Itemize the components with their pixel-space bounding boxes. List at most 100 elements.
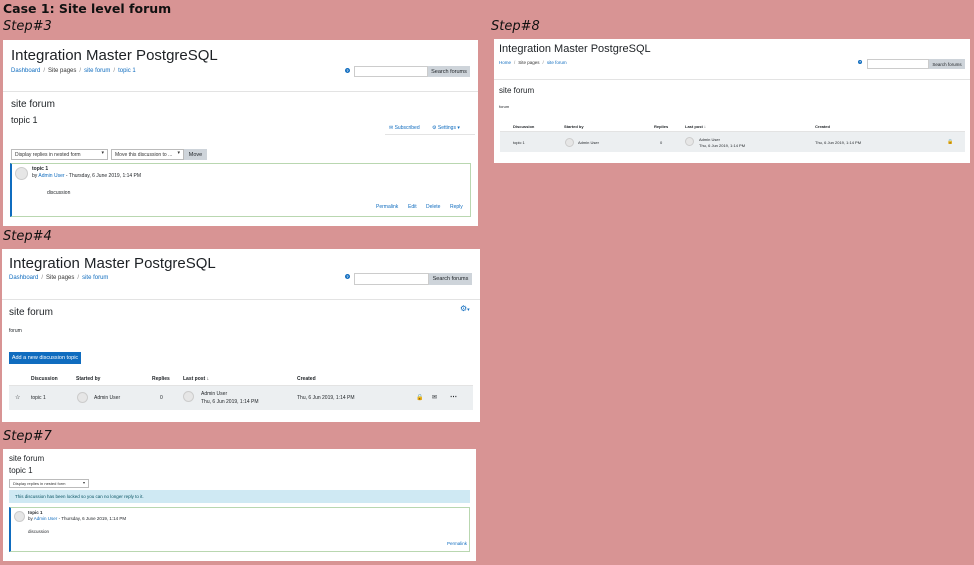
move-discussion-select[interactable]: Move this discussion to ... ▾ [111,149,184,160]
help-icon[interactable]: ? [858,60,862,64]
sort-desc-icon: ↓ [703,124,706,129]
started-by-name: Admin User [578,140,599,145]
breadcrumb-site-forum[interactable]: site forum [84,68,110,74]
edit-link[interactable]: Edit [408,204,417,210]
search-input[interactable] [354,273,429,285]
col-last-post[interactable]: Last post ↓ [685,124,706,129]
col-created[interactable]: Created [815,124,830,129]
breadcrumb-dashboard[interactable]: Dashboard [11,68,40,74]
forum-heading: site forum [11,99,55,110]
avatar [15,167,28,180]
col-replies[interactable]: Replies [654,124,668,129]
breadcrumb-home[interactable]: Home [499,60,511,65]
forum-intro: forum [9,328,22,334]
col-discussion: Discussion [31,376,58,382]
post-byline: by Admin User - Thursday, 6 June 2019, 1… [32,173,142,179]
display-mode-select[interactable]: Display replies in nested form ▾ [11,149,108,160]
discussion-link[interactable]: topic 1 [31,395,46,401]
breadcrumb: Dashboard / Site pages / site forum [9,275,109,281]
permalink-link[interactable]: Permalink [447,541,467,546]
post-body: discussion [47,190,71,196]
created-date: Thu, 6 Jun 2019, 1:14 PM [815,140,862,145]
chevron-down-icon: ▾ [82,480,85,485]
chevron-down-icon: ▾ [101,150,104,156]
avatar [77,392,88,403]
lock-icon[interactable]: 🔒 [947,139,953,145]
forum-heading: site forum [499,86,535,95]
lock-icon[interactable]: 🔒 [416,394,423,401]
search-forums-button[interactable]: Search forums [428,66,470,77]
subscribed-toggle[interactable]: ✉ Subscribed [389,125,420,131]
step8-panel: Integration Master PostgreSQL Home / Site … [494,39,970,163]
settings-menu[interactable]: ⚙ Settings ▾ [432,125,460,131]
help-icon[interactable]: ? [345,68,350,73]
discussion-heading: topic 1 [11,115,38,125]
col-replies[interactable]: Replies [152,376,170,382]
post-author-link[interactable]: Admin User [38,173,64,179]
post-author-link[interactable]: Admin User [34,516,58,521]
post-body: discussion [28,529,50,534]
search-input[interactable] [867,59,929,69]
avatar [14,511,25,522]
step7-label: Step#7 [3,429,52,444]
search-forums-button[interactable]: Search forums [429,273,472,285]
step4-panel: Integration Master PostgreSQL Dashboard /… [2,249,480,422]
step8-label: Step#8 [491,19,540,34]
breadcrumb-topic[interactable]: topic 1 [118,68,136,74]
page-title: Integration Master PostgreSQL [499,43,651,55]
breadcrumb-dashboard[interactable]: Dashboard [9,275,38,281]
breadcrumb-site-pages: Site pages [46,275,75,281]
envelope-icon[interactable]: ✉ [432,394,437,401]
caret-down-icon: ▾ [455,125,460,131]
move-button[interactable]: Move [184,149,207,160]
discussion-link[interactable]: topic 1 [513,140,525,145]
breadcrumb-site-pages: Site pages [48,68,77,74]
permalink-link[interactable]: Permalink [376,204,398,210]
post-card: topic 1 by Admin User - Thursday, 6 June… [9,507,470,552]
display-mode-select[interactable]: Display replies in nested form ▾ [9,479,89,488]
breadcrumb-site-pages: Site pages [518,60,540,65]
caret-down-icon: ▾ [467,307,470,313]
col-last-post[interactable]: Last post ↓ [183,376,209,382]
sort-desc-icon: ↓ [206,376,210,382]
avatar [565,138,574,147]
post-subject: topic 1 [32,166,49,172]
col-discussion: Discussion [513,124,535,129]
last-post-user[interactable]: Admin User [201,391,227,397]
avatar [183,391,194,402]
help-icon[interactable]: ? [345,274,350,279]
breadcrumb-site-forum[interactable]: site forum [547,60,567,65]
page-title: Integration Master PostgreSQL [11,47,218,64]
avatar [685,137,694,146]
col-created[interactable]: Created [297,376,316,382]
col-started-by: Started by [564,124,584,129]
star-icon[interactable]: ☆ [15,394,20,401]
step7-panel: site forum topic 1 Display replies in ne… [3,449,476,561]
forum-settings-menu[interactable]: ⚙▾ [460,304,470,313]
delete-link[interactable]: Delete [426,204,440,210]
add-discussion-button[interactable]: Add a new discussion topic [9,352,81,364]
more-actions-icon[interactable]: ⋯ [450,393,457,401]
created-date: Thu, 6 Jun 2019, 1:14 PM [297,395,355,401]
locked-notice: This discussion has been locked so you c… [9,490,470,503]
reply-link[interactable]: Reply [450,204,463,210]
step3-panel: Integration Master PostgreSQL Dashboard /… [3,40,478,226]
breadcrumb-site-forum[interactable]: site forum [82,275,108,281]
step3-label: Step#3 [3,19,52,34]
forum-heading: site forum [9,307,53,318]
search-input[interactable] [354,66,428,77]
breadcrumb: Home / Site pages / site forum [499,60,567,65]
search-forums-button[interactable]: Search forums [929,59,965,69]
started-by-name: Admin User [94,395,121,401]
last-post-user[interactable]: Admin User [699,137,720,142]
last-post-date[interactable]: Thu, 6 Jun 2019, 1:14 PM [699,143,745,148]
case-title: Case 1: Site level forum [3,1,172,16]
col-started-by: Started by [76,376,101,382]
replies-count[interactable]: 0 [660,140,662,145]
post-byline: by Admin User - Thursday, 6 June 2019, 1… [28,516,127,521]
chevron-down-icon: ▾ [177,150,180,156]
step4-label: Step#4 [3,229,52,244]
last-post-date[interactable]: Thu, 6 Jun 2019, 1:14 PM [201,399,259,405]
replies-count[interactable]: 0 [160,395,163,401]
forum-intro: forum [499,104,510,109]
